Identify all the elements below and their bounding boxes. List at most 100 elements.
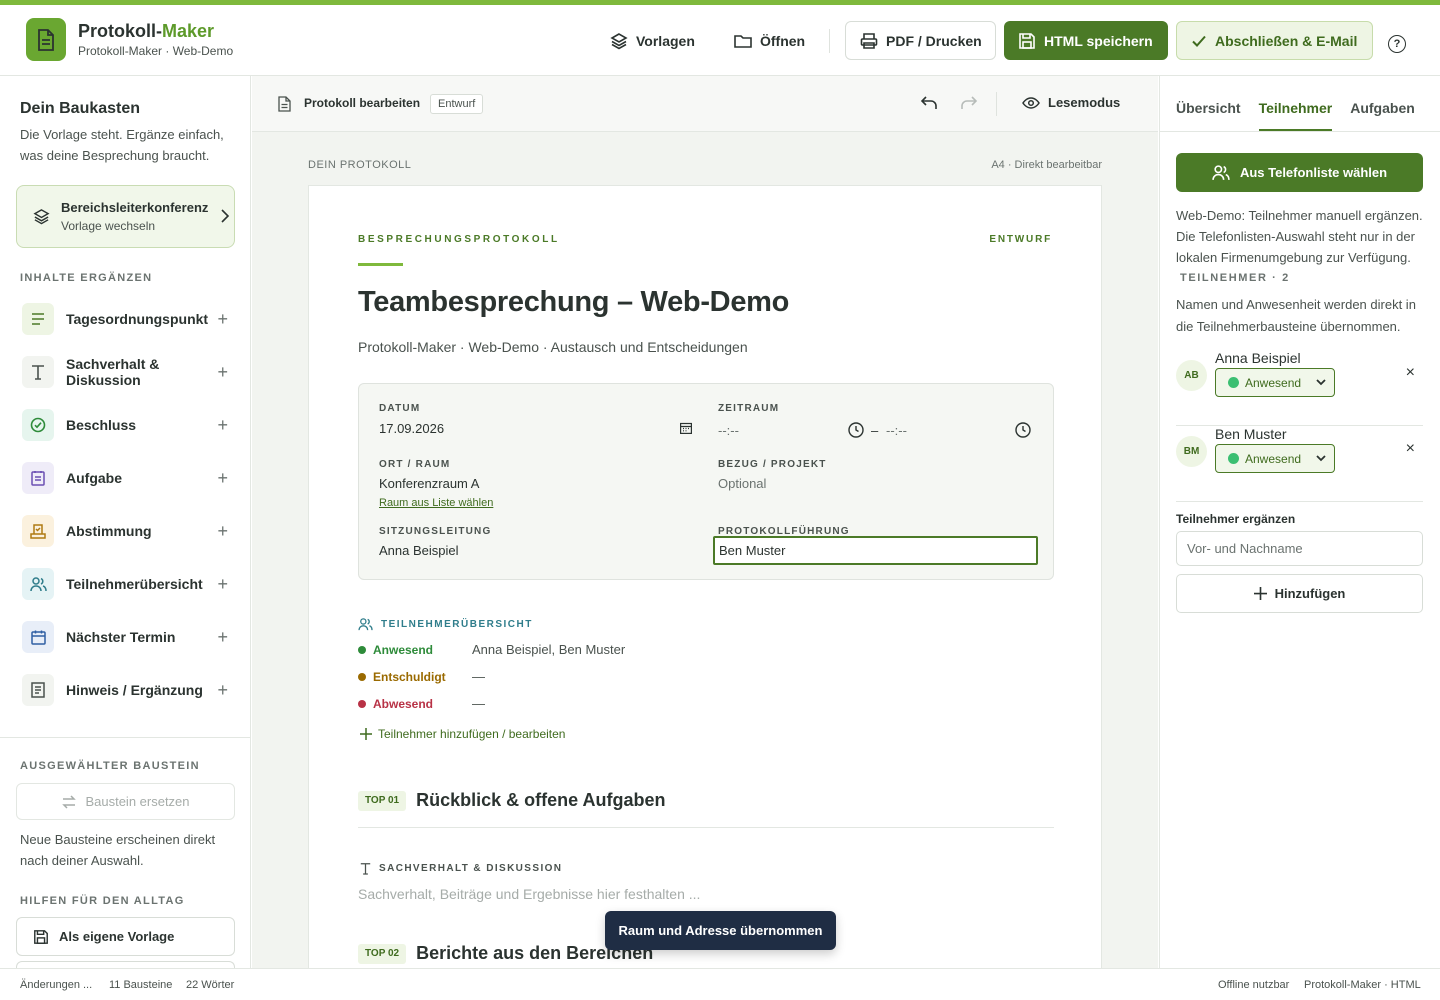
- edit-participants-link[interactable]: Teilnehmer hinzufügen / bearbeiten: [360, 727, 565, 741]
- participant-count: TEILNEHMER · 2: [1180, 272, 1290, 284]
- reference-field[interactable]: Optional: [718, 476, 766, 491]
- help-icon[interactable]: ?: [1388, 35, 1406, 53]
- document-icon: [278, 96, 291, 112]
- document-meta: A4 · Direkt bearbeitbar: [991, 159, 1102, 171]
- agenda-divider: [358, 827, 1054, 828]
- attendance-row-present: Anwesend Anna Beispiel, Ben Muster: [358, 642, 625, 657]
- footer-brand: Protokoll-Maker · HTML: [1304, 979, 1421, 991]
- save-icon: [34, 929, 48, 944]
- print-button[interactable]: PDF / Drucken: [845, 21, 996, 60]
- save-html-button[interactable]: HTML speichern: [1004, 21, 1168, 60]
- document-label: DEIN PROTOKOLL: [308, 159, 412, 171]
- read-mode-label: Lesemodus: [1048, 95, 1121, 110]
- place-field[interactable]: Konferenzraum A: [379, 476, 479, 491]
- tab-tasks[interactable]: Aufgaben: [1350, 100, 1415, 131]
- add-participant-button[interactable]: Hinzufügen: [1176, 574, 1423, 613]
- block-label: Beschluss: [66, 417, 137, 433]
- tab-participants[interactable]: Teilnehmer: [1258, 100, 1333, 131]
- phone-list-label: Aus Telefonliste wählen: [1239, 165, 1388, 180]
- right-panel: Übersicht Teilnehmer Aufgaben Aus Telefo…: [1159, 76, 1440, 968]
- plus-icon: +: [217, 415, 228, 435]
- add-block-sachverhalt[interactable]: Sachverhalt & Diskussion +: [22, 354, 232, 390]
- printer-icon: [860, 32, 878, 49]
- replace-block-button[interactable]: Baustein ersetzen: [16, 783, 235, 820]
- block-label: Teilnehmerübersicht: [66, 576, 203, 592]
- section-label-selected: AUSGEWÄHLTER BAUSTEIN: [20, 760, 200, 772]
- status-dot: [358, 645, 366, 654]
- add-block-teilnehmeruebersicht[interactable]: Teilnehmerübersicht +: [22, 566, 232, 602]
- document-icon: [38, 28, 54, 51]
- calendar-icon[interactable]: [680, 422, 692, 434]
- doc-subtitle[interactable]: Protokoll-Maker · Web-Demo · Austausch u…: [358, 339, 748, 355]
- attendance-value: Anwesend: [1245, 451, 1302, 466]
- sidebar-note: Neue Bausteine erscheinen direkt nach de…: [20, 832, 216, 868]
- status-bar: Änderungen ... 11 Bausteine 22 Wörter Of…: [0, 968, 1440, 1000]
- attendance-value: —: [472, 669, 485, 684]
- panel-note: Web-Demo: Teilnehmer manuell ergänzen. D…: [1176, 208, 1423, 265]
- offline-status: Offline nutzbar: [1218, 979, 1290, 991]
- discussion-input[interactable]: Sachverhalt, Beiträge und Ergebnisse hie…: [358, 886, 700, 902]
- list-icon: [22, 303, 54, 335]
- room-list-link[interactable]: Raum aus Liste wählen: [379, 497, 493, 509]
- add-block-beschluss[interactable]: Beschluss +: [22, 407, 232, 443]
- toast-notification: Raum und Adresse übernommen: [605, 911, 836, 950]
- finish-email-button[interactable]: Abschließen & E-Mail: [1176, 21, 1373, 60]
- undo-icon[interactable]: [920, 96, 938, 110]
- lead-field[interactable]: Anna Beispiel: [379, 543, 459, 558]
- time-label: ZEITRAUM: [718, 403, 780, 414]
- add-block-abstimmung[interactable]: Abstimmung +: [22, 513, 232, 549]
- add-block-naechster-termin[interactable]: Nächster Termin +: [22, 619, 232, 655]
- clock-icon[interactable]: [1015, 422, 1031, 438]
- layers-icon: [610, 32, 628, 49]
- participant-name-input[interactable]: Vor- und Nachname: [1176, 531, 1423, 566]
- minutes-field[interactable]: Ben Muster: [713, 536, 1038, 565]
- avatar: AB: [1176, 360, 1207, 391]
- note-icon: [22, 674, 54, 706]
- vote-icon: [22, 515, 54, 547]
- doc-title[interactable]: Teambesprechung – Web-Demo: [358, 286, 789, 319]
- time-from-field[interactable]: --:--: [718, 423, 739, 438]
- remove-participant-icon[interactable]: ×: [1406, 364, 1415, 382]
- read-mode-button[interactable]: Lesemodus: [1022, 95, 1120, 110]
- attendance-row-excused: Entschuldigt —: [358, 669, 485, 684]
- redo-icon[interactable]: [960, 96, 978, 110]
- date-field[interactable]: 17.09.2026: [379, 421, 444, 436]
- blocks-count: 11 Bausteine: [109, 979, 173, 991]
- layers-icon: [33, 209, 50, 225]
- agenda-title[interactable]: Rückblick & offene Aufgaben: [416, 790, 665, 811]
- plus-icon: +: [217, 574, 228, 594]
- edit-participants-label: Teilnehmer hinzufügen / bearbeiten: [378, 727, 566, 741]
- add-block-hinweis[interactable]: Hinweis / Ergänzung +: [22, 672, 232, 708]
- block-label: Hinweis / Ergänzung: [66, 682, 203, 698]
- doc-kicker: BESPRECHUNGSPROTOKOLL: [358, 234, 560, 245]
- app-logo: [26, 18, 66, 61]
- attendance-select[interactable]: Anwesend: [1215, 368, 1335, 397]
- save-template-button[interactable]: Als eigene Vorlage: [16, 917, 235, 956]
- panel-tabs: Übersicht Teilnehmer Aufgaben: [1176, 100, 1415, 131]
- reference-label: BEZUG / PROJEKT: [718, 459, 827, 470]
- plus-icon: +: [217, 309, 228, 329]
- time-to-field[interactable]: --:--: [886, 423, 907, 438]
- template-switcher[interactable]: Bereichsleiterkonferenz Vorlage wechseln: [16, 185, 235, 248]
- status-dot: [1228, 377, 1239, 388]
- add-block-aufgabe[interactable]: Aufgabe +: [22, 460, 232, 496]
- remove-participant-icon[interactable]: ×: [1406, 440, 1415, 458]
- agenda-item-1[interactable]: TOP 01 Rückblick & offene Aufgaben: [358, 790, 665, 811]
- attendance-select[interactable]: Anwesend: [1215, 444, 1335, 473]
- templates-button[interactable]: Vorlagen: [596, 21, 709, 60]
- attendance-value: —: [472, 696, 485, 711]
- phone-list-button[interactable]: Aus Telefonliste wählen: [1176, 153, 1423, 192]
- save-html-label: HTML speichern: [1044, 32, 1153, 49]
- section-label-help: HILFEN FÜR DEN ALLTAG: [20, 895, 185, 907]
- tab-overview[interactable]: Übersicht: [1176, 100, 1241, 131]
- draft-badge: Entwurf: [430, 94, 484, 114]
- add-block-tagesordnungspunkt[interactable]: Tagesordnungspunkt +: [22, 301, 232, 337]
- sidebar-divider: [0, 737, 251, 738]
- block-label: Tagesordnungspunkt: [66, 311, 209, 327]
- participant-row: AB Anna Beispiel Anwesend ×: [1176, 350, 1423, 426]
- plus-icon: +: [217, 468, 228, 488]
- open-button[interactable]: Öffnen: [720, 21, 819, 60]
- chevron-down-icon: [1316, 379, 1326, 386]
- attendance-label: Abwesend: [373, 696, 434, 711]
- clock-icon[interactable]: [848, 422, 864, 438]
